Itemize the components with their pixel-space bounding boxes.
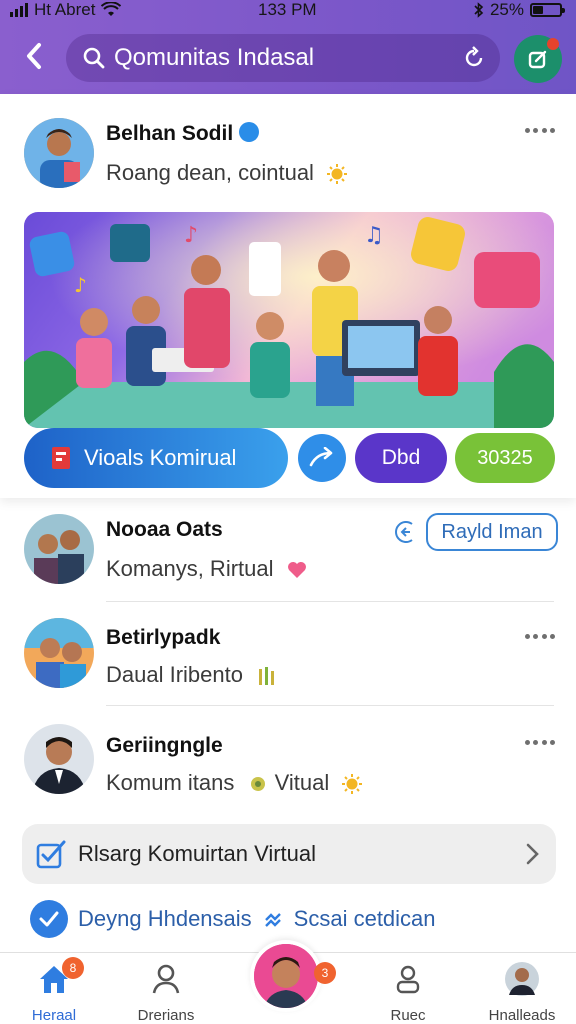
svg-text:♫: ♫ — [364, 223, 384, 248]
more-options-icon[interactable] — [525, 128, 555, 136]
count-button[interactable]: 30325 — [455, 433, 555, 483]
link-icon — [264, 913, 281, 927]
notification-dot — [547, 38, 559, 50]
book-icon — [52, 447, 70, 469]
carrier: Ht Abret — [10, 0, 122, 20]
nav-friends[interactable]: Drerians — [118, 961, 214, 1024]
follow-button[interactable]: Rayld Iman — [426, 513, 558, 551]
list-item-name: Geriingngle — [106, 734, 223, 757]
edit-icon — [528, 50, 547, 69]
nav-home-label: Heraal — [31, 1007, 77, 1024]
center-avatar-image — [254, 944, 318, 1008]
author-name[interactable]: Belhan Sodil — [106, 122, 260, 146]
nav-center-badge: 3 — [314, 962, 336, 984]
status-right: 25% — [474, 0, 565, 20]
search-bar[interactable]: Qomunitas Indasal — [66, 34, 500, 82]
signal-icon — [10, 3, 28, 17]
join-virtual-label: Vioals Komirual — [84, 445, 237, 470]
list-item-subtitle: Komanys, Rirtual — [106, 556, 308, 582]
share-icon — [309, 447, 333, 467]
user-icon — [390, 961, 426, 997]
app-screen: Ht Abret 133 PM 25% Qomunitas Indasal Be… — [0, 0, 576, 1024]
list-item-subtitle-text: Komanys, Rirtual — [106, 556, 274, 581]
sun-icon — [327, 164, 348, 185]
invite-text-a: Deyng Hhdensais — [78, 906, 252, 931]
nav-friends-label: Drerians — [137, 1007, 195, 1024]
svg-text:♪: ♪ — [74, 273, 87, 297]
group-card-label: Rlsarg Komuirtan Virtual — [78, 841, 317, 866]
chevron-left-icon — [27, 43, 41, 69]
nav-home[interactable]: 8 Heraal — [6, 957, 102, 1024]
invite-row[interactable]: Deyng Hhdensais Scsai cetdican — [30, 900, 436, 938]
list-avatar — [24, 724, 94, 794]
svg-text:♪: ♪ — [184, 223, 198, 248]
count-label: 30325 — [477, 446, 533, 469]
profile-avatar — [504, 961, 540, 997]
author-avatar[interactable] — [24, 118, 94, 188]
wifi-icon — [101, 2, 122, 16]
checklist-icon — [36, 840, 66, 869]
nav-center-avatar[interactable]: 3 — [250, 940, 336, 1012]
nav-rec[interactable]: Ruec — [360, 961, 456, 1024]
post-subtitle-text: Roang dean, cointual — [106, 160, 314, 185]
group-card[interactable]: Rlsarg Komuirtan Virtual — [22, 824, 556, 884]
heart-icon — [287, 562, 306, 579]
clock: 133 PM — [258, 0, 317, 19]
list-item-name: Betirlypadk — [106, 626, 221, 649]
list-item-name: Nooaa Oats — [106, 518, 223, 541]
list-avatar — [24, 618, 94, 688]
follow-group: Rayld Iman — [394, 513, 558, 551]
swap-icon[interactable] — [394, 520, 418, 544]
status-bar: Ht Abret 133 PM 25% — [0, 0, 576, 22]
top-header: Ht Abret 133 PM 25% Qomunitas Indasal — [0, 0, 576, 94]
compose-button[interactable] — [514, 35, 562, 83]
carrier-name: Ht Abret — [34, 0, 96, 19]
author-name-text: Belhan Sodil — [106, 122, 234, 145]
featured-post: Belhan Sodil Roang dean, cointual ♪ ♫ ♪ … — [0, 94, 576, 498]
list-item-subtitle-text: Komum itans — [106, 770, 235, 795]
verified-icon — [239, 122, 260, 143]
home-icon: 8 — [36, 957, 84, 997]
post-image[interactable]: ♪ ♫ ♪ — [24, 212, 554, 428]
nav-profile[interactable]: Hnalleads — [474, 961, 570, 1024]
list-item-subtitle-suffix: Vitual — [274, 770, 330, 795]
post-subtitle: Roang dean, cointual — [106, 160, 348, 186]
search-icon — [83, 47, 105, 69]
person-icon — [148, 961, 184, 997]
back-button[interactable] — [18, 40, 50, 72]
list-item[interactable]: Geriingngle Komum itans Vitual — [0, 706, 576, 810]
list-item-subtitle: Daual Iribento — [106, 662, 277, 688]
chevron-right-icon — [526, 843, 539, 865]
list-item[interactable]: Betirlypadk Daual Iribento — [0, 602, 576, 706]
more-options-icon[interactable] — [525, 740, 555, 748]
bluetooth-icon — [474, 2, 484, 18]
refresh-icon[interactable] — [462, 46, 486, 70]
battery-percent: 25% — [489, 0, 524, 19]
tag-button[interactable]: Dbd — [355, 433, 447, 483]
nav-rec-label: Ruec — [390, 1007, 426, 1024]
share-button[interactable] — [298, 434, 346, 482]
search-text: Qomunitas Indasal — [114, 44, 315, 71]
join-virtual-button[interactable]: Vioals Komirual — [24, 428, 288, 488]
list-item-subtitle-text: Daual Iribento — [106, 662, 243, 687]
nav-profile-label: Hnalleads — [488, 1007, 556, 1024]
list-avatar — [24, 514, 94, 584]
sun-icon — [342, 774, 363, 795]
check-icon — [30, 900, 68, 938]
nav-home-badge: 8 — [62, 957, 84, 979]
battery-icon — [530, 3, 565, 17]
invite-text-b: Scsai cetdican — [293, 906, 436, 931]
list-item-subtitle: Komum itans Vitual — [106, 770, 363, 796]
more-options-icon[interactable] — [525, 634, 555, 642]
location-icon — [250, 777, 265, 792]
tag-label: Dbd — [381, 446, 421, 469]
bars-icon — [259, 667, 275, 686]
